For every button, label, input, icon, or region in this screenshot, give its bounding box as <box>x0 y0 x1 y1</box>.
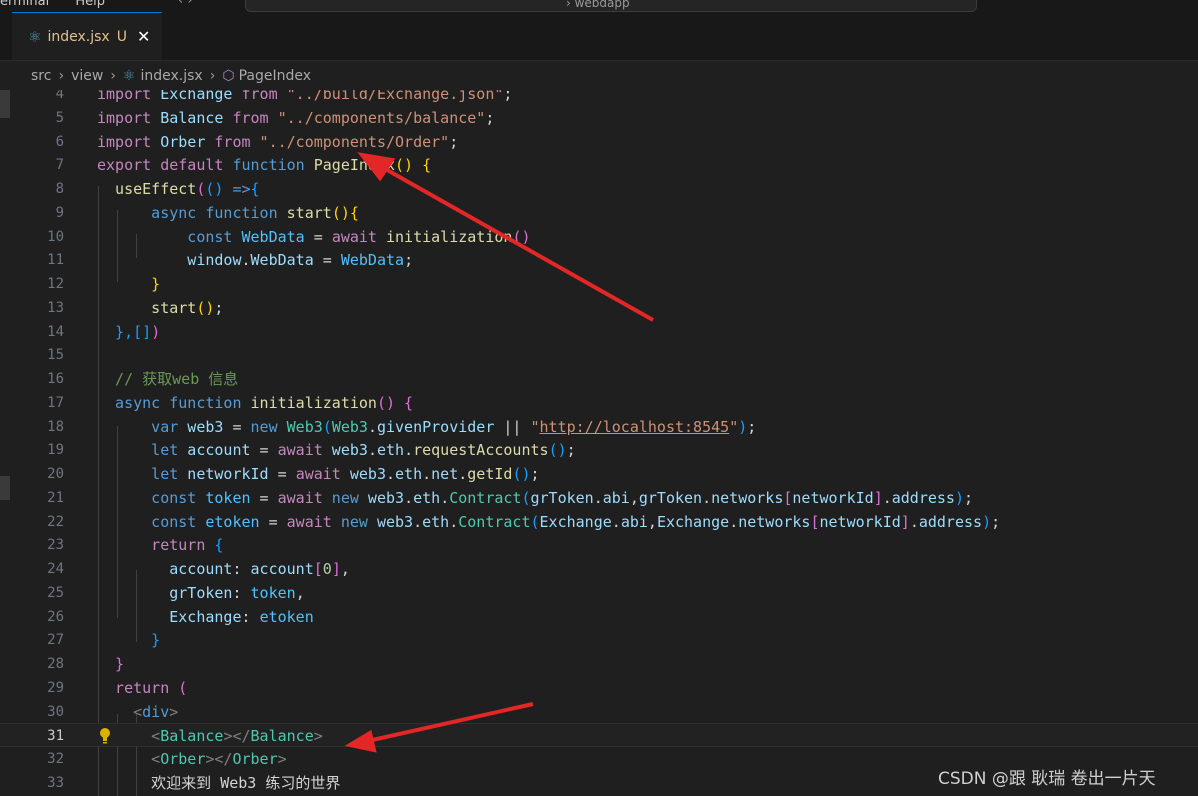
annotation-arrow <box>344 702 534 753</box>
watermark: CSDN @跟 耿瑞 卷出一片天 <box>938 769 1156 789</box>
annotation-arrow <box>357 152 654 322</box>
annotation-arrows <box>344 152 654 753</box>
